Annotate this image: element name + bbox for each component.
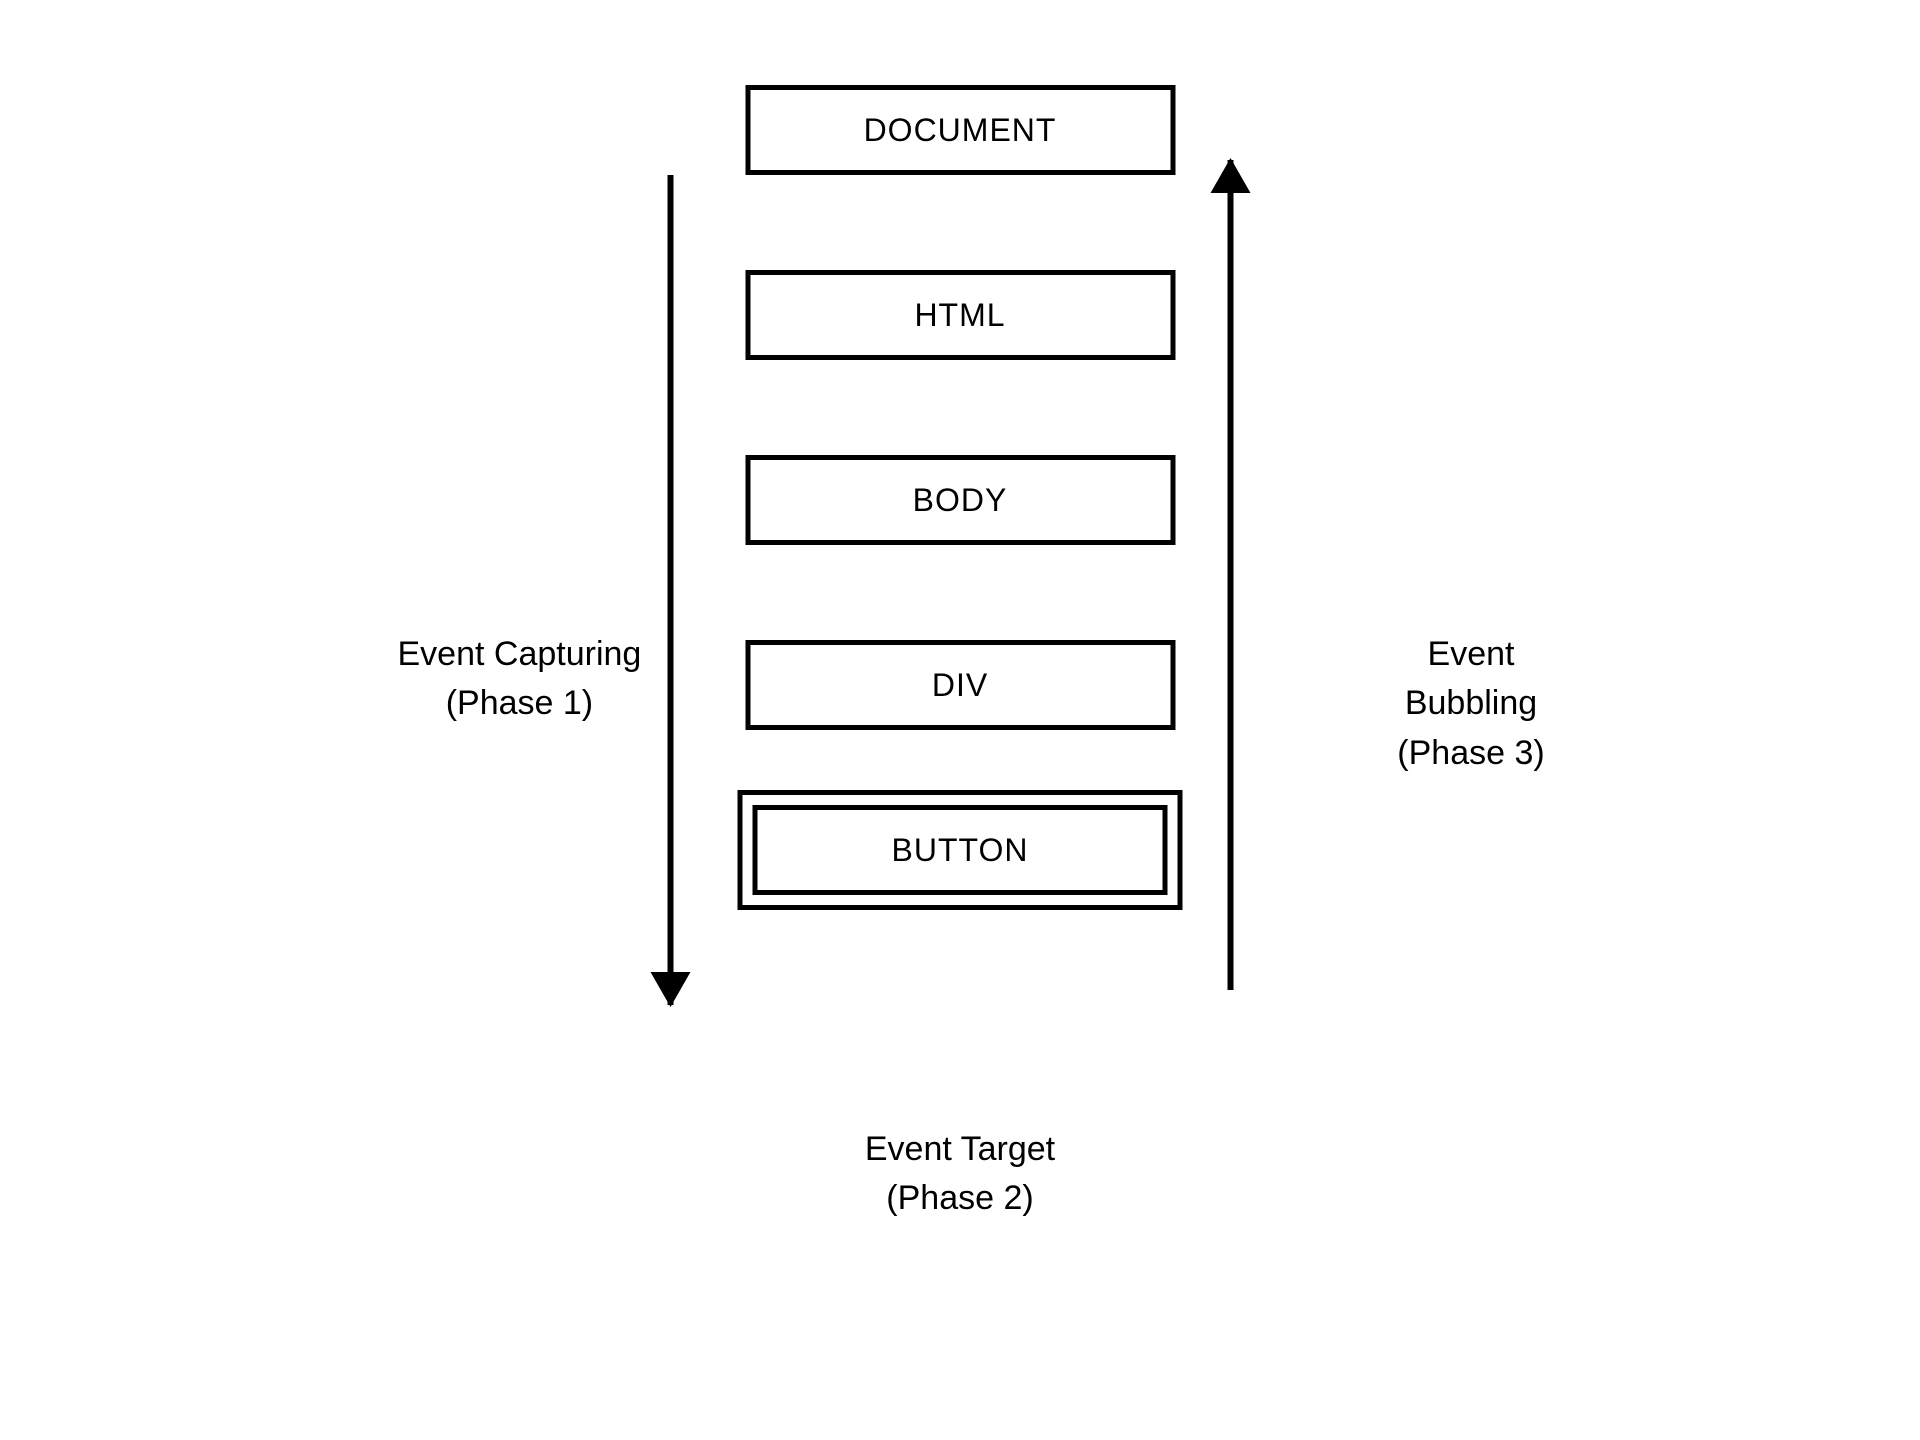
html-node-label: HTML: [914, 297, 1005, 334]
bubbling-phase-text: (Phase 3): [1372, 729, 1571, 778]
capturing-arrow: [668, 175, 674, 1005]
body-node-label: BODY: [913, 482, 1008, 519]
document-node-label: DOCUMENT: [864, 112, 1057, 149]
bubbling-title-text: Event Bubbling: [1372, 630, 1571, 729]
body-node: BODY: [745, 455, 1175, 545]
target-label: Event Target (Phase 2): [865, 1125, 1055, 1224]
button-target-node: BUTTON: [738, 790, 1183, 910]
arrow-down-icon: [651, 972, 691, 1007]
div-node: DIV: [745, 640, 1175, 730]
target-phase-text: (Phase 2): [865, 1174, 1055, 1223]
bubbling-arrow: [1228, 160, 1234, 990]
button-node-label: BUTTON: [892, 832, 1029, 869]
button-target-inner: BUTTON: [753, 805, 1168, 895]
diagram-wrapper: Event Capturing (Phase 1) Event Bubbling…: [350, 85, 1571, 910]
div-node-label: DIV: [932, 667, 988, 704]
target-title-text: Event Target: [865, 1125, 1055, 1174]
capturing-title-text: Event Capturing: [398, 630, 642, 679]
dom-hierarchy-column: DOCUMENT HTML BODY DIV BUTTON: [738, 85, 1183, 910]
bubbling-label: Event Bubbling (Phase 3): [1372, 630, 1571, 778]
document-node: DOCUMENT: [745, 85, 1175, 175]
html-node: HTML: [745, 270, 1175, 360]
capturing-label: Event Capturing (Phase 1): [398, 630, 642, 729]
arrow-up-icon: [1211, 158, 1251, 193]
capturing-phase-text: (Phase 1): [398, 679, 642, 728]
